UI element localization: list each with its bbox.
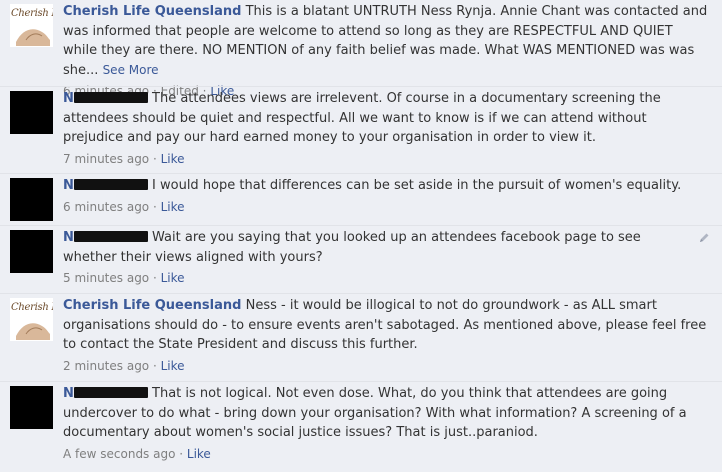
comment-timestamp[interactable]: 7 minutes ago (63, 152, 149, 166)
comment-meta: 2 minutes ago · Like (63, 358, 185, 373)
comment-author[interactable]: N (63, 386, 74, 401)
comment-text: The attendees views are irrelevent. Of c… (63, 91, 661, 145)
comment-author[interactable]: Cherish Life Queensland (63, 4, 241, 19)
comment-timestamp[interactable]: A few seconds ago (63, 447, 175, 461)
comment-meta: 5 minutes ago · Like (63, 271, 185, 285)
redaction-bar (73, 387, 148, 398)
like-link[interactable]: Like (161, 152, 185, 166)
avatar[interactable] (10, 178, 53, 221)
comment-item: Cherish Life Cherish Life Queensland Thi… (0, 0, 722, 98)
avatar[interactable] (10, 91, 53, 134)
redaction-bar (73, 179, 148, 190)
hands-logo-icon (16, 29, 50, 46)
avatar-logo-text: Cherish Life (11, 302, 53, 313)
hands-logo-icon (16, 323, 50, 340)
comment-item: Cherish Life Cherish Life Queensland Nes… (0, 293, 722, 381)
comment-text: Wait are you saying that you looked up a… (63, 230, 641, 265)
like-link[interactable]: Like (187, 447, 211, 461)
comment-meta: 6 minutes ago · Like (63, 199, 185, 214)
comment-item: N Wait are you saying that you looked up… (0, 225, 722, 293)
see-more-link[interactable]: See More (103, 63, 159, 77)
comment-text: I would hope that differences can be set… (152, 178, 682, 193)
comment-text: That is not logical. Not even dose. What… (63, 386, 687, 440)
comment-author[interactable]: Cherish Life Queensland (63, 298, 241, 313)
pencil-icon[interactable] (698, 232, 710, 244)
comment-author[interactable]: N (63, 91, 74, 106)
comment-item: N I would hope that differences can be s… (0, 173, 722, 226)
comment-meta: 7 minutes ago · Like (63, 151, 185, 166)
comment-meta: A few seconds ago · Like (63, 446, 211, 461)
avatar[interactable] (10, 230, 53, 273)
redaction-bar (73, 92, 148, 103)
avatar[interactable]: Cherish Life (10, 4, 53, 47)
like-link[interactable]: Like (161, 359, 185, 373)
comment-item: N The attendees views are irrelevent. Of… (0, 86, 722, 174)
comment-item: N That is not logical. Not even dose. Wh… (0, 381, 722, 472)
comment-timestamp[interactable]: 2 minutes ago (63, 359, 149, 373)
avatar[interactable]: Cherish Life (10, 298, 53, 341)
comment-author[interactable]: N (63, 230, 74, 245)
comment-timestamp[interactable]: 6 minutes ago (63, 200, 149, 214)
like-link[interactable]: Like (161, 271, 185, 285)
like-link[interactable]: Like (161, 200, 185, 214)
comment-author[interactable]: N (63, 178, 74, 193)
comment-timestamp[interactable]: 5 minutes ago (63, 271, 149, 285)
redaction-bar (73, 231, 148, 242)
avatar-logo-text: Cherish Life (11, 8, 53, 19)
avatar[interactable] (10, 386, 53, 429)
